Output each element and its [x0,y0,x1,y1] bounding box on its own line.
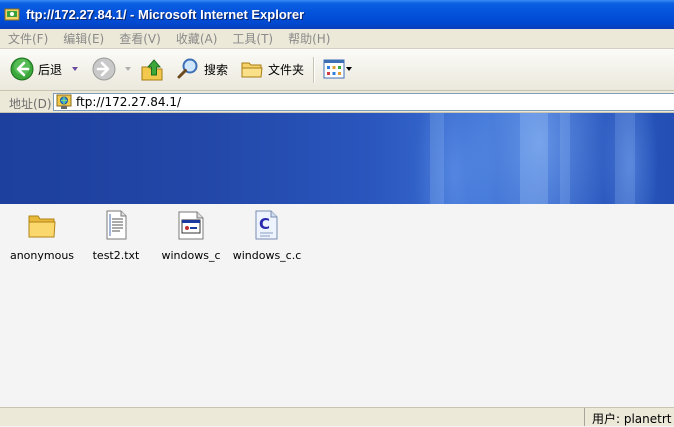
ftp-folder-icon [4,8,20,20]
back-arrow-icon [10,57,34,81]
forward-dropdown-button[interactable] [125,57,131,81]
window-title: ftp://172.27.84.1/ - Microsoft Internet … [26,7,305,22]
menu-edit[interactable]: 编辑(E) [63,30,104,47]
views-button[interactable] [322,57,346,81]
address-label: 地址(D) [9,97,52,111]
file-name: test2.txt [92,249,140,262]
address-bar: 地址(D) ftp://172.27.84.1/ [0,91,674,113]
c-source-file-icon: C [255,210,278,240]
toolbar: 后退 搜索 文件夹 [0,49,674,91]
search-icon [177,58,198,79]
executable-file-icon [178,211,204,240]
menu-tools[interactable]: 工具(T) [232,30,273,47]
status-user: 用户: planetrt [592,412,672,426]
file-item-windows-c-c[interactable]: C windows_c.c [227,208,307,262]
address-input[interactable]: ftp://172.27.84.1/ [53,93,674,111]
folder-banner [0,113,674,204]
file-name: windows_c.c [232,249,302,262]
status-bar: 用户: planetrt [0,407,674,426]
toolbar-separator [313,57,315,83]
chevron-down-icon [125,67,131,71]
banner-light-stripe [430,113,444,204]
forward-arrow-icon [92,57,116,81]
back-button[interactable]: 后退 [10,57,62,81]
file-item-windows-c[interactable]: windows_c [151,208,231,262]
file-item-anonymous[interactable]: anonymous [2,208,82,262]
banner-light-stripe [520,113,548,204]
ftp-site-icon [56,94,72,109]
views-dropdown-button[interactable] [346,57,352,81]
menu-help[interactable]: 帮助(H) [288,30,330,47]
title-bar[interactable]: ftp://172.27.84.1/ - Microsoft Internet … [0,0,674,29]
search-button[interactable]: 搜索 [176,57,228,81]
chevron-down-icon [72,67,78,71]
chevron-down-icon [346,67,352,71]
back-label: 后退 [38,62,63,77]
text-file-icon [106,210,127,240]
file-name: windows_c [161,249,221,262]
views-grid-icon [323,59,345,79]
up-folder-button[interactable] [140,57,166,83]
folder-icon [28,215,56,238]
folders-label: 文件夹 [268,62,305,77]
menu-favorites[interactable]: 收藏(A) [176,30,218,47]
menu-file[interactable]: 文件(F) [8,30,48,47]
banner-light-stripe [615,113,635,204]
forward-button[interactable] [92,57,116,81]
address-value: ftp://172.27.84.1/ [76,95,182,109]
back-dropdown-button[interactable] [72,57,78,81]
file-item-test2-txt[interactable]: test2.txt [76,208,156,262]
menu-view[interactable]: 查看(V) [119,30,161,47]
file-list-area[interactable]: anonymous test2.txt windows_c C windows_… [0,204,674,407]
folders-button[interactable]: 文件夹 [240,57,304,81]
banner-light-stripe [560,113,570,204]
menu-bar: 文件(F) 编辑(E) 查看(V) 收藏(A) 工具(T) 帮助(H) [0,29,674,49]
file-name: anonymous [9,249,75,262]
folder-icon [241,62,263,78]
search-label: 搜索 [204,62,229,77]
up-folder-icon [141,59,163,81]
status-pane [0,408,585,426]
svg-text:C: C [259,215,270,233]
